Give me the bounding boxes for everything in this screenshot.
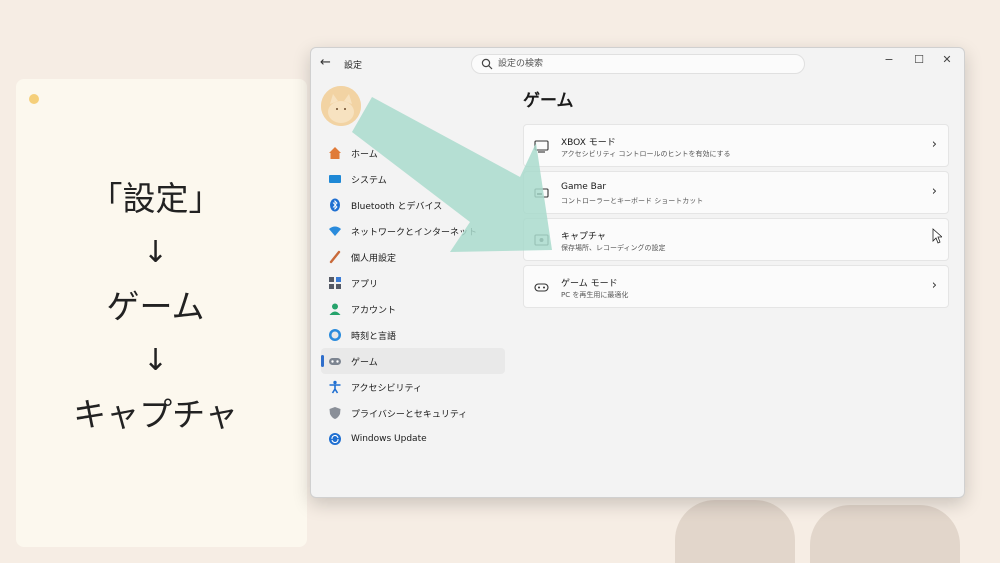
- chevron-right-icon: ›: [931, 137, 937, 152]
- personalization-icon: [329, 250, 341, 264]
- card-description: コントローラーとキーボード ショートカット: [561, 197, 704, 205]
- sidebar-item-home[interactable]: ホーム: [321, 140, 505, 166]
- sidebar-item-label: アカウント: [351, 305, 397, 316]
- bluetooth-icon: [330, 198, 340, 212]
- mouse-cursor-icon: [932, 228, 942, 244]
- close-icon[interactable]: ✕: [937, 53, 957, 66]
- network-icon: [329, 226, 341, 236]
- decorative-dot: [29, 94, 39, 104]
- chevron-right-icon: ›: [931, 184, 937, 199]
- sidebar-item-windows-update[interactable]: Windows Update: [321, 426, 505, 452]
- sidebar-item-personalization[interactable]: 個人用設定: [321, 244, 505, 270]
- card-description: 保存場所、レコーディングの設定: [561, 244, 666, 252]
- sidebar-item-label: アプリ: [351, 279, 379, 290]
- system-icon: [329, 175, 341, 183]
- settings-window: ← 設定 設定の検索 − ☐ ✕ ホーム システム Bluetooth とデバイ…: [310, 47, 965, 498]
- cat-avatar-icon: [321, 86, 361, 126]
- maximize-icon[interactable]: ☐: [909, 53, 929, 66]
- sidebar-item-label: プライバシーとセキュリティ: [351, 409, 468, 420]
- sidebar-item-label: 時刻と言語: [351, 331, 397, 342]
- accessibility-icon: [329, 380, 341, 394]
- background-shape: [810, 505, 960, 563]
- apps-icon: [329, 277, 341, 289]
- sidebar-item-label: ゲーム: [351, 357, 378, 368]
- sidebar-item-network[interactable]: ネットワークとインターネット: [321, 218, 505, 244]
- capture-icon: [534, 234, 549, 246]
- sidebar-item-label: Bluetooth とデバイス: [351, 201, 443, 212]
- windows-update-icon: [329, 433, 341, 445]
- title-bar: ← 設定 設定の検索 − ☐ ✕: [311, 48, 964, 80]
- card-game-bar[interactable]: Game Bar コントローラーとキーボード ショートカット ›: [523, 171, 949, 214]
- xbox-mode-icon: [534, 140, 549, 153]
- accounts-icon: [329, 303, 341, 315]
- privacy-shield-icon: [329, 407, 341, 419]
- sidebar-item-label: Windows Update: [351, 434, 427, 444]
- sidebar-item-accessibility[interactable]: アクセシビリティ: [321, 374, 505, 400]
- guide-step-settings: 「設定」: [89, 179, 222, 218]
- sidebar-item-label: ネットワークとインターネット: [351, 227, 478, 238]
- page-title: ゲーム: [523, 91, 574, 111]
- app-title: 設定: [344, 61, 363, 71]
- card-game-mode[interactable]: ゲーム モード PC を再生用に最適化 ›: [523, 265, 949, 308]
- sidebar-nav: ホーム システム Bluetooth とデバイス ネットワークとインターネット …: [321, 140, 505, 452]
- minimize-icon[interactable]: −: [879, 53, 899, 66]
- sidebar-item-label: システム: [351, 175, 387, 186]
- home-icon: [329, 147, 341, 159]
- guide-card: 「設定」 ↓ ゲーム ↓ キャプチャ: [16, 79, 307, 547]
- sidebar-item-accounts[interactable]: アカウント: [321, 296, 505, 322]
- search-input[interactable]: 設定の検索: [471, 54, 805, 74]
- card-description: アクセシビリティ コントロールのヒントを有効にする: [561, 150, 731, 158]
- card-capture[interactable]: キャプチャ 保存場所、レコーディングの設定 ›: [523, 218, 949, 261]
- settings-cards: XBOX モード アクセシビリティ コントロールのヒントを有効にする › Gam…: [523, 124, 949, 312]
- down-arrow-icon: ↓: [142, 235, 169, 270]
- card-title: キャプチャ: [561, 232, 606, 242]
- card-title: XBOX モード: [561, 138, 616, 148]
- guide-step-gaming: ゲーム: [106, 287, 205, 326]
- card-xbox-mode[interactable]: XBOX モード アクセシビリティ コントロールのヒントを有効にする ›: [523, 124, 949, 167]
- search-icon: [481, 58, 493, 70]
- game-mode-icon: [534, 283, 549, 292]
- guide-steps: 「設定」 ↓ ゲーム ↓ キャプチャ: [16, 171, 295, 443]
- guide-step-capture: キャプチャ: [73, 395, 238, 434]
- game-bar-icon: [534, 188, 549, 198]
- gaming-icon: [329, 358, 341, 365]
- time-language-icon: [329, 329, 341, 341]
- back-arrow-icon[interactable]: ←: [320, 55, 331, 70]
- sidebar-item-label: ホーム: [351, 149, 378, 160]
- down-arrow-icon: ↓: [142, 343, 169, 378]
- avatar[interactable]: [321, 86, 361, 126]
- card-title: Game Bar: [561, 182, 607, 192]
- chevron-right-icon: ›: [931, 278, 937, 293]
- sidebar-item-bluetooth[interactable]: Bluetooth とデバイス: [321, 192, 505, 218]
- background-shape: [675, 500, 795, 563]
- sidebar-item-gaming[interactable]: ゲーム: [321, 348, 505, 374]
- sidebar-item-label: アクセシビリティ: [351, 383, 423, 394]
- card-title: ゲーム モード: [561, 279, 618, 289]
- sidebar-item-apps[interactable]: アプリ: [321, 270, 505, 296]
- search-placeholder: 設定の検索: [498, 59, 544, 69]
- sidebar-item-privacy[interactable]: プライバシーとセキュリティ: [321, 400, 505, 426]
- card-description: PC を再生用に最適化: [561, 291, 629, 299]
- sidebar-item-time-language[interactable]: 時刻と言語: [321, 322, 505, 348]
- sidebar-item-system[interactable]: システム: [321, 166, 505, 192]
- sidebar-item-label: 個人用設定: [351, 253, 397, 264]
